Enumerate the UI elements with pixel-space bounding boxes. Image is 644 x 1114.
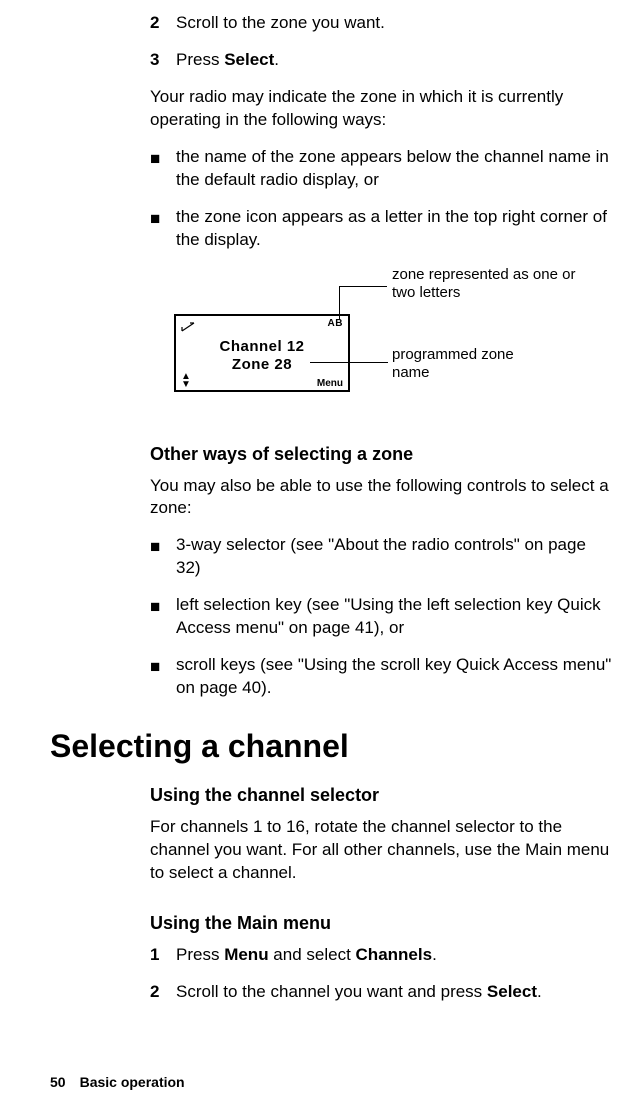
menu-label: Menu xyxy=(317,378,343,389)
section-name: Basic operation xyxy=(80,1074,185,1090)
bullet-text: the name of the zone appears below the c… xyxy=(176,146,614,192)
zone-letters: AB xyxy=(328,318,343,329)
step-number: 2 xyxy=(150,12,176,35)
callout-connector xyxy=(310,362,388,363)
zone-name: Zone 28 xyxy=(176,356,348,373)
bold-menu: Menu xyxy=(224,945,268,964)
page-number: 50 xyxy=(50,1074,66,1090)
paragraph: Your radio may indicate the zone in whic… xyxy=(150,86,614,132)
paragraph: For channels 1 to 16, rotate the channel… xyxy=(150,816,614,885)
step-item: 2 Scroll to the zone you want. xyxy=(150,12,614,35)
subheading: Other ways of selecting a zone xyxy=(150,444,614,465)
text-fragment: Press xyxy=(176,945,224,964)
bullet-item: ■ the zone icon appears as a letter in t… xyxy=(150,206,614,252)
paragraph: You may also be able to use the followin… xyxy=(150,475,614,521)
step-number: 2 xyxy=(150,981,176,1004)
subheading: Using the Main menu xyxy=(150,913,614,934)
text-fragment: . xyxy=(432,945,437,964)
step-item: 1 Press Menu and select Channels. xyxy=(150,944,614,967)
signal-icon xyxy=(181,319,195,337)
radio-lcd-screen: AB Channel 12 Zone 28 ▲▼ Menu xyxy=(174,314,350,392)
bold-channels: Channels xyxy=(356,945,433,964)
radio-display-illustration: AB Channel 12 Zone 28 ▲▼ Menu zone repre… xyxy=(174,266,614,416)
step-item: 2 Scroll to the channel you want and pre… xyxy=(150,981,614,1004)
step-text-post: . xyxy=(274,50,279,69)
bullet-text: 3-way selector (see "About the radio con… xyxy=(176,534,614,580)
step-text: Scroll to the zone you want. xyxy=(176,12,614,35)
bullet-item: ■ left selection key (see "Using the lef… xyxy=(150,594,614,640)
step-number: 3 xyxy=(150,49,176,72)
step-text: Scroll to the channel you want and press… xyxy=(176,981,614,1004)
square-bullet-icon: ■ xyxy=(150,594,176,640)
step-number: 1 xyxy=(150,944,176,967)
square-bullet-icon: ■ xyxy=(150,654,176,700)
channel-name: Channel 12 xyxy=(176,338,348,355)
bullet-item: ■ 3-way selector (see "About the radio c… xyxy=(150,534,614,580)
square-bullet-icon: ■ xyxy=(150,206,176,252)
text-fragment: . xyxy=(537,982,542,1001)
square-bullet-icon: ■ xyxy=(150,146,176,192)
callout-text: programmed zone name xyxy=(392,346,542,382)
callout-text: zone represented as one or two letters xyxy=(392,266,592,302)
bullet-item: ■ scroll keys (see "Using the scroll key… xyxy=(150,654,614,700)
step-text: Press Select. xyxy=(176,49,614,72)
heading-1: Selecting a channel xyxy=(50,728,614,765)
bold-select: Select xyxy=(487,982,537,1001)
callout-connector xyxy=(339,286,387,287)
square-bullet-icon: ■ xyxy=(150,534,176,580)
bullet-item: ■ the name of the zone appears below the… xyxy=(150,146,614,192)
bold-select: Select xyxy=(224,50,274,69)
step-text-pre: Press xyxy=(176,50,224,69)
callout-connector xyxy=(339,286,340,320)
step-text: Press Menu and select Channels. xyxy=(176,944,614,967)
subheading: Using the channel selector xyxy=(150,785,614,806)
bullet-text: the zone icon appears as a letter in the… xyxy=(176,206,614,252)
bullet-text: scroll keys (see "Using the scroll key Q… xyxy=(176,654,614,700)
updown-icon: ▲▼ xyxy=(181,373,191,389)
bullet-text: left selection key (see "Using the left … xyxy=(176,594,614,640)
text-fragment: and select xyxy=(269,945,356,964)
page-footer: 50 Basic operation xyxy=(50,1074,185,1090)
step-item: 3 Press Select. xyxy=(150,49,614,72)
text-fragment: Scroll to the channel you want and press xyxy=(176,982,487,1001)
